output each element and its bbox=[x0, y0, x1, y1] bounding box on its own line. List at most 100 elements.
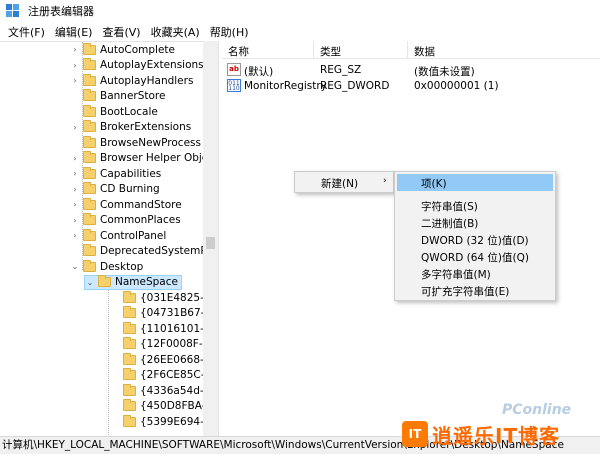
folder-icon bbox=[98, 275, 111, 288]
tree-item[interactable]: {26EE0668-A00A bbox=[110, 352, 218, 368]
binary-value-icon: 011 110 bbox=[227, 79, 241, 92]
tree-item[interactable]: › AutoComplete bbox=[70, 42, 175, 58]
submenu-item-string-value[interactable]: 字符串值(S) bbox=[421, 199, 478, 214]
tree-item[interactable]: BrowseNewProcess bbox=[70, 135, 201, 151]
tree-item[interactable]: › BrokerExtensions bbox=[70, 120, 191, 136]
folder-icon bbox=[123, 399, 136, 412]
tree-item[interactable]: › AutoplayHandlers bbox=[70, 73, 193, 89]
tree-item[interactable]: {2F6CE85C-F9EE- bbox=[110, 368, 218, 384]
title-bar: 注册表编辑器 bbox=[0, 0, 600, 22]
folder-icon bbox=[83, 244, 96, 257]
menu-help[interactable]: 帮助(H) bbox=[205, 24, 254, 40]
submenu-item-multi-string-value[interactable]: 多字符串值(M) bbox=[421, 267, 491, 282]
value-type: REG_SZ bbox=[320, 64, 362, 76]
tree-scrollbar-thumb[interactable] bbox=[206, 237, 215, 249]
regedit-app-icon bbox=[6, 4, 20, 18]
folder-icon bbox=[123, 352, 136, 365]
tree-item[interactable]: ⌄ Desktop bbox=[70, 259, 143, 275]
tree-item-label: CommonPlaces bbox=[100, 214, 181, 227]
tree-item-label: CD Burning bbox=[100, 183, 160, 196]
column-header-data[interactable]: 数据 bbox=[414, 44, 435, 59]
folder-icon bbox=[83, 182, 96, 195]
tree-item[interactable]: › Capabilities bbox=[70, 166, 161, 182]
blog-logo-watermark: IT 逍遥乐IT博客 bbox=[402, 418, 598, 450]
folder-icon bbox=[123, 306, 136, 319]
tree-item-label: ControlPanel bbox=[100, 229, 167, 242]
list-header: 名称 类型 数据 bbox=[222, 41, 600, 59]
tree-expand-arrow-icon[interactable]: › bbox=[70, 231, 80, 240]
tree-item[interactable]: {450D8FBA-AD25 bbox=[110, 399, 218, 415]
folder-icon bbox=[123, 414, 136, 427]
tree-item-label: AutoplayHandlers bbox=[100, 74, 194, 87]
folder-icon bbox=[83, 228, 96, 241]
folder-icon bbox=[83, 73, 96, 86]
tree-item-namespace[interactable]: ⌄ NameSpace bbox=[84, 274, 182, 290]
folder-icon bbox=[83, 120, 96, 133]
tree-item[interactable]: › Browser Helper Object bbox=[70, 151, 218, 167]
context-menu: 新建(N) › bbox=[294, 171, 394, 193]
tree-expand-arrow-icon[interactable]: › bbox=[70, 76, 80, 85]
folder-icon bbox=[123, 337, 136, 350]
folder-icon bbox=[83, 42, 96, 55]
tree-item[interactable]: {11016101-E366- bbox=[110, 321, 218, 337]
tree-expand-arrow-icon[interactable]: › bbox=[70, 61, 80, 70]
tree-item[interactable]: {12F0008F-2113- bbox=[110, 337, 218, 353]
tree-item[interactable]: {4336a54d-038b bbox=[110, 383, 218, 399]
folder-icon bbox=[83, 213, 96, 226]
tree-item[interactable]: {031E4825-7B94- bbox=[110, 290, 218, 306]
tree-item-label: AutoComplete bbox=[100, 43, 175, 56]
string-value-icon: ab bbox=[227, 63, 241, 76]
tree-item-label: AutoplayExtensions bbox=[100, 59, 204, 72]
window-title: 注册表编辑器 bbox=[28, 5, 94, 18]
menu-edit[interactable]: 编辑(E) bbox=[50, 24, 98, 40]
tree-item[interactable]: DeprecatedSystemPack bbox=[70, 244, 218, 260]
tree-expand-arrow-icon[interactable]: › bbox=[70, 169, 80, 178]
tree-expand-arrow-icon[interactable]: ⌄ bbox=[70, 262, 80, 271]
tree-expand-arrow-icon[interactable]: › bbox=[70, 123, 80, 132]
tree-scrollbar[interactable] bbox=[203, 41, 218, 436]
tree-expand-arrow-icon[interactable]: › bbox=[70, 200, 80, 209]
menu-file[interactable]: 文件(F) bbox=[3, 24, 50, 40]
tree-item[interactable]: BootLocale bbox=[70, 104, 158, 120]
folder-icon bbox=[123, 321, 136, 334]
tree-expand-arrow-icon[interactable]: ⌄ bbox=[85, 278, 95, 287]
tree-item-label: NameSpace bbox=[115, 276, 178, 289]
tree-item-label: Browser Helper Object bbox=[100, 152, 218, 165]
value-row[interactable]: 011 110 MonitorRegistry REG_DWORD 0x00000… bbox=[222, 77, 600, 95]
blog-logo-text: 逍遥乐IT博客 bbox=[432, 423, 561, 448]
column-header-type[interactable]: 类型 bbox=[320, 44, 341, 59]
submenu-item-binary-value[interactable]: 二进制值(B) bbox=[421, 216, 478, 231]
tree-item[interactable]: › CD Burning bbox=[70, 182, 160, 198]
tree-item-label: Desktop bbox=[100, 260, 144, 273]
tree-expand-arrow-icon[interactable]: › bbox=[70, 216, 80, 225]
folder-icon bbox=[83, 58, 96, 71]
tree-item[interactable]: {5399E694-6CE5 bbox=[110, 414, 218, 430]
folder-icon bbox=[83, 259, 96, 272]
tree-item[interactable]: {04731B67-D933 bbox=[110, 306, 218, 322]
menu-item-new[interactable]: 新建(N) bbox=[321, 176, 358, 191]
tree-item[interactable]: › AutoplayExtensions bbox=[70, 58, 204, 74]
tree-item-label: CommandStore bbox=[100, 198, 182, 211]
folder-icon bbox=[83, 166, 96, 179]
submenu-item-qword-value[interactable]: QWORD (64 位)值(Q) bbox=[421, 250, 529, 265]
folder-icon bbox=[83, 197, 96, 210]
tree-item[interactable]: › ControlPanel bbox=[70, 228, 166, 244]
tree-item[interactable]: › CommandStore bbox=[70, 197, 182, 213]
tree-expand-arrow-icon[interactable]: › bbox=[70, 45, 80, 54]
tree-item-label: BannerStore bbox=[100, 90, 166, 103]
folder-icon bbox=[83, 104, 96, 117]
tree-item-label: DeprecatedSystemPack bbox=[100, 245, 218, 258]
submenu-item-key[interactable]: 项(K) bbox=[397, 174, 553, 191]
submenu-item-dword-value[interactable]: DWORD (32 位)值(D) bbox=[421, 233, 529, 248]
menu-view[interactable]: 查看(V) bbox=[97, 24, 145, 40]
registry-tree[interactable]: › AutoComplete › AutoplayExtensions › Autopla… bbox=[0, 41, 218, 436]
tree-item[interactable]: BannerStore bbox=[70, 89, 165, 105]
folder-icon bbox=[83, 135, 96, 148]
folder-icon bbox=[83, 89, 96, 102]
tree-expand-arrow-icon[interactable]: › bbox=[70, 154, 80, 163]
column-header-name[interactable]: 名称 bbox=[228, 44, 249, 59]
tree-expand-arrow-icon[interactable]: › bbox=[70, 185, 80, 194]
submenu-item-expandable-string-value[interactable]: 可扩充字符串值(E) bbox=[421, 284, 509, 299]
menu-favorites[interactable]: 收藏夹(A) bbox=[146, 24, 205, 40]
tree-item[interactable]: › CommonPlaces bbox=[70, 213, 181, 229]
